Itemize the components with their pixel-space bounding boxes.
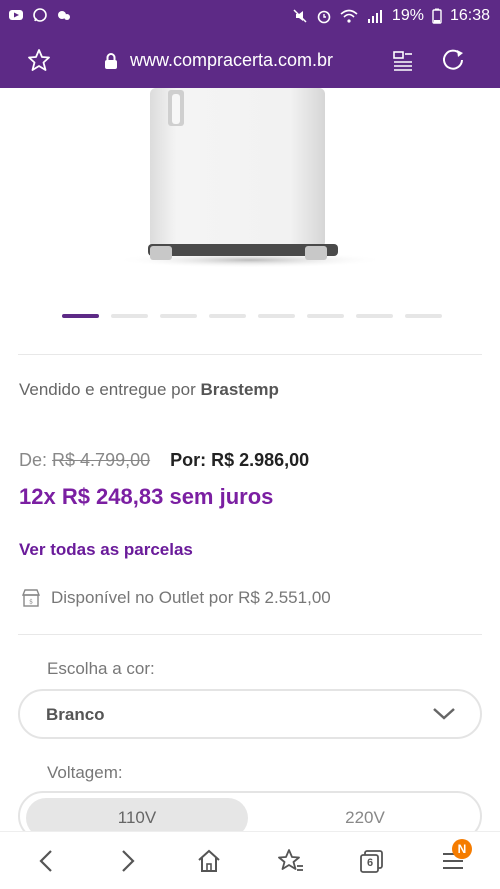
price-from-value: R$ 4.799,00 bbox=[52, 450, 151, 470]
price-from-label: De: bbox=[19, 450, 48, 470]
image-carousel-dots bbox=[62, 314, 442, 318]
price-to: Por: R$ 2.986,00 bbox=[170, 450, 310, 470]
home-icon[interactable] bbox=[196, 848, 222, 874]
carousel-dot[interactable] bbox=[405, 314, 442, 318]
seller-name: Brastemp bbox=[200, 380, 279, 399]
youtube-icon bbox=[9, 10, 23, 20]
carousel-dot[interactable] bbox=[258, 314, 295, 318]
whatsapp-icon bbox=[33, 8, 47, 22]
tabs-button[interactable]: 6 bbox=[358, 848, 384, 874]
wifi-icon bbox=[340, 9, 358, 23]
divider bbox=[18, 634, 482, 635]
status-bar: 19% 16:38 bbox=[0, 0, 500, 34]
reader-mode-icon[interactable] bbox=[392, 50, 414, 72]
store-icon: $ bbox=[21, 589, 41, 607]
chevron-down-icon bbox=[433, 708, 455, 720]
tabs-count: 6 bbox=[366, 857, 374, 869]
alarm-icon bbox=[317, 10, 331, 24]
reload-icon[interactable] bbox=[440, 47, 466, 73]
carousel-dot[interactable] bbox=[356, 314, 393, 318]
price-line: De: R$ 4.799,00 Por: R$ 2.986,00 bbox=[19, 450, 309, 471]
outlet-info[interactable]: $ Disponível no Outlet por R$ 2.551,00 bbox=[21, 588, 331, 608]
battery-icon bbox=[432, 8, 442, 24]
carousel-dot[interactable] bbox=[62, 314, 99, 318]
browser-url-bar: www.compracerta.com.br bbox=[0, 34, 500, 88]
seller-prefix: Vendido e entregue por bbox=[19, 380, 196, 399]
signal-icon bbox=[367, 10, 382, 23]
bookmark-star-icon[interactable] bbox=[27, 48, 51, 72]
notification-icon bbox=[58, 11, 70, 20]
menu-badge: N bbox=[452, 839, 472, 859]
price-from: De: R$ 4.799,00 bbox=[19, 450, 150, 471]
lock-icon bbox=[105, 53, 117, 69]
bookmarks-icon[interactable] bbox=[278, 848, 304, 874]
installments-price: 12x R$ 248,83 sem juros bbox=[19, 484, 274, 509]
carousel-dot[interactable] bbox=[307, 314, 344, 318]
back-icon[interactable] bbox=[34, 848, 60, 874]
mute-icon bbox=[293, 9, 307, 23]
carousel-dot[interactable] bbox=[160, 314, 197, 318]
voltage-label: Voltagem: bbox=[47, 763, 123, 782]
color-select[interactable]: Branco bbox=[18, 689, 482, 739]
divider bbox=[18, 354, 482, 355]
forward-icon[interactable] bbox=[114, 848, 140, 874]
clock: 16:38 bbox=[449, 7, 490, 24]
svg-text:$: $ bbox=[29, 599, 33, 606]
color-label: Escolha a cor: bbox=[47, 659, 155, 678]
carousel-dot[interactable] bbox=[111, 314, 148, 318]
battery-percent: 19% bbox=[391, 7, 424, 24]
carousel-dot[interactable] bbox=[209, 314, 246, 318]
all-installments-link[interactable]: Ver todas as parcelas bbox=[19, 540, 193, 560]
browser-bottom-nav: 6 bbox=[0, 831, 500, 889]
product-image[interactable] bbox=[110, 88, 390, 270]
url-text[interactable]: www.compracerta.com.br bbox=[130, 50, 333, 71]
outlet-text: Disponível no Outlet por R$ 2.551,00 bbox=[51, 588, 331, 607]
seller-info: Vendido e entregue por Brastemp bbox=[19, 380, 279, 400]
color-value: Branco bbox=[46, 705, 105, 724]
